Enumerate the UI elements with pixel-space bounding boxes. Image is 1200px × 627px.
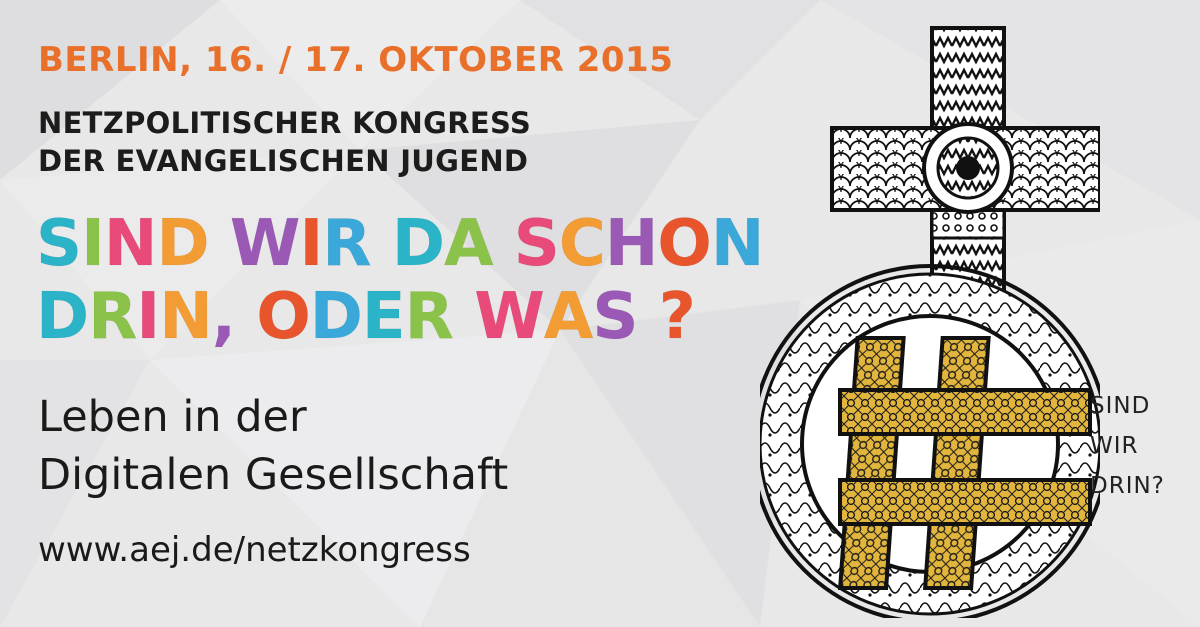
side-text-line-2: WIR xyxy=(1090,433,1139,459)
event-date: BERLIN, 16. / 17. OKTOBER 2015 xyxy=(38,40,674,80)
congress-title: NETZPOLITISCHER KONGRESS xyxy=(38,106,532,140)
tagline-line-2: Digitalen Gesellschaft xyxy=(38,450,509,500)
side-text-line-1: SIND xyxy=(1090,393,1151,419)
congress-organizer: DER EVANGELISCHEN JUGEND xyxy=(38,144,529,178)
poster: BERLIN, 16. / 17. OKTOBER 2015 NETZPOLIT… xyxy=(0,0,1200,627)
cross-with-hashtag-emblem-icon xyxy=(760,26,1100,618)
tagline-line-1: Leben in der xyxy=(38,392,307,442)
headline-line-1: SIND WIR DA SCHON xyxy=(36,207,765,281)
website-link[interactable]: www.aej.de/netzkongress xyxy=(38,530,471,570)
headline-text: DRIN, ODER WAS ? xyxy=(36,280,696,354)
headline-line-2: DRIN, ODER WAS ? xyxy=(36,280,696,354)
side-text-line-3: DRIN? xyxy=(1090,473,1165,499)
headline-text: SIND WIR DA SCHON xyxy=(36,207,765,281)
